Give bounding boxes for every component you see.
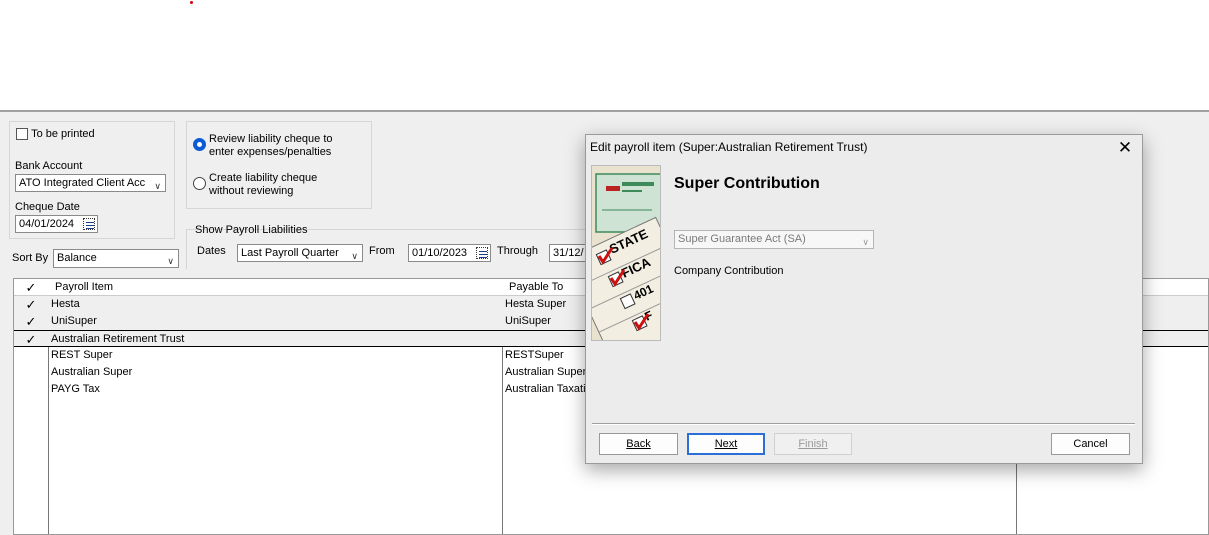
create-option-line1: Create liability cheque xyxy=(209,172,318,184)
chevron-down-icon: ∨ xyxy=(154,181,161,191)
review-option-radio[interactable] xyxy=(193,138,206,151)
payroll-item-cell: Australian Retirement Trust xyxy=(51,333,185,345)
payable-to-cell: Australian Super xyxy=(505,366,587,378)
super-type-select[interactable]: Super Guarantee Act (SA) ∨ xyxy=(674,230,874,249)
create-option-line2: without reviewing xyxy=(209,185,294,197)
top-blank-area xyxy=(0,0,1209,110)
payroll-forms-illustration: STATE FICA 401 F xyxy=(591,165,661,341)
dates-value: Last Payroll Quarter xyxy=(241,247,339,259)
cheque-date-value: 04/01/2024 xyxy=(19,218,75,230)
company-contribution-label: Company Contribution xyxy=(674,265,784,277)
payroll-item-header[interactable]: Payroll Item xyxy=(55,279,113,296)
sort-by-select[interactable]: Balance ∨ xyxy=(53,249,179,268)
payable-to-cell: Hesta Super xyxy=(505,298,567,310)
payable-to-cell: RESTSuper xyxy=(505,349,564,361)
dialog-heading: Super Contribution xyxy=(674,175,820,192)
show-payroll-liabilities-label: Show Payroll Liabilities xyxy=(195,224,308,236)
through-date-field[interactable]: 31/12/ xyxy=(549,244,589,262)
dates-label: Dates xyxy=(197,245,226,257)
next-button-label: Next xyxy=(714,438,738,450)
sort-by-value: Balance xyxy=(57,252,97,264)
to-be-printed-label: To be printed xyxy=(31,128,95,141)
row-check-mark[interactable]: ✓ xyxy=(14,296,48,313)
red-dot-marker xyxy=(190,1,193,4)
create-option-radio[interactable] xyxy=(193,177,206,190)
create-option-label: Create liability cheque without reviewin… xyxy=(209,172,317,198)
check-column-header[interactable]: ✓ xyxy=(14,279,48,296)
chevron-down-icon: ∨ xyxy=(167,256,174,266)
from-date-value: 01/10/2023 xyxy=(412,247,468,259)
bank-account-select[interactable]: ATO Integrated Client Acc ∨ xyxy=(15,174,166,192)
payroll-item-cell: UniSuper xyxy=(51,315,97,327)
super-type-value: Super Guarantee Act (SA) xyxy=(678,233,806,245)
next-button[interactable]: Next xyxy=(687,433,765,455)
through-date-value: 31/12/ xyxy=(553,247,584,259)
review-option-line2: enter expenses/penalties xyxy=(209,146,332,158)
payroll-item-cell: REST Super xyxy=(51,349,113,361)
dialog-title: Edit payroll item (Super:Australian Reti… xyxy=(590,140,868,154)
row-check-mark[interactable]: ✓ xyxy=(14,331,48,348)
through-label: Through xyxy=(497,245,538,257)
payroll-forms-image: STATE FICA 401 F xyxy=(592,173,660,340)
payable-to-header[interactable]: Payable To xyxy=(509,279,563,296)
dialog-separator xyxy=(592,423,1135,425)
from-date-field[interactable]: 01/10/2023 xyxy=(408,244,491,262)
row-check-mark[interactable]: ✓ xyxy=(14,313,48,330)
cancel-button[interactable]: Cancel xyxy=(1051,433,1130,455)
sort-by-label: Sort By xyxy=(12,252,49,264)
payroll-item-cell: PAYG Tax xyxy=(51,383,100,395)
payable-to-cell: UniSuper xyxy=(505,315,551,327)
close-icon[interactable]: ✕ xyxy=(1114,137,1136,159)
edit-payroll-item-dialog: Edit payroll item (Super:Australian Reti… xyxy=(585,134,1143,464)
bank-account-value: ATO Integrated Client Acc xyxy=(19,177,146,189)
payroll-item-cell: Hesta xyxy=(51,298,80,310)
review-option-label: Review liability cheque to enter expense… xyxy=(209,133,333,159)
back-button[interactable]: Back xyxy=(599,433,678,455)
finish-button[interactable]: Finish xyxy=(774,433,852,455)
chevron-down-icon: ∨ xyxy=(862,237,869,247)
payable-to-cell: Australian Taxati xyxy=(505,383,586,395)
calendar-icon[interactable] xyxy=(476,247,488,259)
finish-button-label: Finish xyxy=(798,438,828,450)
chevron-down-icon: ∨ xyxy=(351,251,358,261)
from-label: From xyxy=(369,245,395,257)
review-option-line1: Review liability cheque to xyxy=(209,133,333,145)
cheque-date-field[interactable]: 04/01/2024 xyxy=(15,215,98,233)
payroll-item-cell: Australian Super xyxy=(51,366,133,378)
dates-select[interactable]: Last Payroll Quarter ∨ xyxy=(237,244,363,262)
calendar-icon[interactable] xyxy=(83,218,95,230)
back-button-label: Back xyxy=(626,438,651,450)
to-be-printed-checkbox[interactable]: To be printed xyxy=(16,128,95,141)
cheque-date-label: Cheque Date xyxy=(15,201,80,213)
bank-account-label: Bank Account xyxy=(15,160,83,172)
to-be-printed-check[interactable] xyxy=(16,128,28,141)
